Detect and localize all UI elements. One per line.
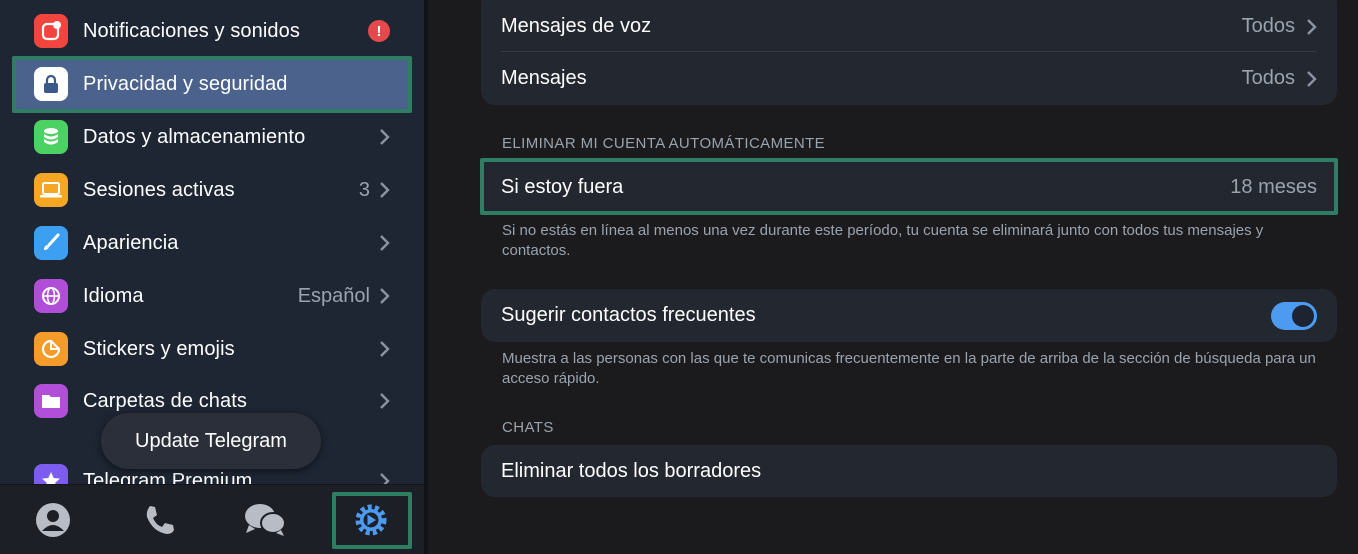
language-value: Español	[297, 284, 370, 307]
brush-icon	[34, 226, 68, 260]
sidebar-item-data-storage[interactable]: Datos y almacenamiento	[14, 111, 410, 163]
chevron-right-icon	[380, 288, 390, 304]
sidebar-item-notifications[interactable]: Notificaciones y sonidos !	[14, 5, 410, 57]
folder-icon	[34, 384, 68, 418]
messages-row[interactable]: Mensajes Todos	[481, 52, 1337, 105]
bottom-tab-bar	[0, 484, 424, 554]
chevron-right-icon	[380, 393, 390, 409]
bell-icon	[34, 14, 68, 48]
sidebar-item-appearance[interactable]: Apariencia	[14, 217, 410, 269]
row-value: Todos	[1241, 15, 1295, 37]
sidebar-item-label: Apariencia	[83, 231, 179, 254]
row-label: Mensajes de voz	[501, 15, 652, 37]
row-label: Si estoy fuera	[501, 176, 624, 198]
voice-messages-row[interactable]: Mensajes de voz Todos	[481, 0, 1337, 53]
sticker-icon	[34, 332, 68, 366]
sidebar-item-active-sessions[interactable]: Sesiones activas 3	[14, 164, 410, 216]
profile-icon	[36, 503, 70, 537]
alert-badge: !	[368, 20, 390, 42]
privacy-card: Mensajes de voz Todos Mensajes Todos	[481, 0, 1337, 105]
chevron-right-icon	[1307, 70, 1317, 87]
delete-account-section-header: ELIMINAR MI CUENTA AUTOMÁTICAMENTE	[502, 135, 826, 152]
sidebar-item-language[interactable]: Idioma Español	[14, 270, 410, 322]
if-away-note: Si no estás en línea al menos una vez du…	[502, 222, 1264, 259]
sidebar-item-stickers[interactable]: Stickers y emojis	[14, 323, 410, 375]
sidebar-item-privacy[interactable]: Privacidad y seguridad	[14, 58, 410, 110]
chevron-right-icon	[380, 129, 390, 145]
lock-icon	[34, 67, 68, 101]
privacy-settings-panel: Mensajes de voz Todos Mensajes Todos ELI…	[428, 0, 1358, 554]
toggle-knob	[1292, 304, 1314, 327]
row-label: Mensajes	[501, 67, 587, 89]
row-value: Todos	[1241, 67, 1295, 89]
row-label: Eliminar todos los borradores	[501, 460, 762, 482]
sessions-count: 3	[358, 178, 370, 201]
suggest-contacts-card: Sugerir contactos frecuentes	[481, 289, 1337, 342]
chats-card: Eliminar todos los borradores	[481, 445, 1337, 497]
tab-contacts[interactable]	[0, 485, 106, 554]
settings-icon	[355, 504, 387, 536]
update-telegram-button[interactable]: Update Telegram	[101, 413, 321, 469]
chevron-right-icon	[380, 341, 390, 357]
tab-chats[interactable]	[212, 485, 318, 554]
sidebar-item-label: Sesiones activas	[83, 178, 235, 201]
chevron-right-icon	[380, 235, 390, 251]
sidebar-item-label: Idioma	[83, 284, 144, 307]
laptop-icon	[34, 173, 68, 207]
row-label: Sugerir contactos frecuentes	[501, 304, 756, 326]
suggest-contacts-row[interactable]: Sugerir contactos frecuentes	[481, 289, 1337, 342]
sidebar-item-label: Privacidad y seguridad	[83, 72, 288, 95]
sidebar-item-label: Notificaciones y sonidos	[83, 19, 300, 42]
chats-icon	[245, 504, 286, 536]
database-icon	[34, 120, 68, 154]
phone-icon	[146, 506, 174, 534]
sidebar-item-label: Stickers y emojis	[83, 337, 235, 360]
tab-calls[interactable]	[106, 485, 212, 554]
settings-sidebar: Notificaciones y sonidos ! Privacidad y …	[0, 0, 424, 554]
if-away-row[interactable]: Si estoy fuera 18 meses	[481, 161, 1337, 214]
suggest-contacts-note: Muestra a las personas con las que te co…	[502, 350, 1316, 387]
chevron-right-icon	[380, 182, 390, 198]
sidebar-item-label: Carpetas de chats	[83, 389, 248, 412]
if-away-card: Si estoy fuera 18 meses	[481, 161, 1337, 214]
chats-section-header: CHATS	[502, 419, 554, 436]
globe-icon	[34, 279, 68, 313]
chevron-right-icon	[1307, 18, 1317, 35]
row-value: 18 meses	[1230, 176, 1317, 198]
tab-settings[interactable]	[318, 485, 424, 554]
suggest-contacts-toggle[interactable]	[1271, 301, 1317, 330]
sidebar-item-label: Datos y almacenamiento	[83, 125, 306, 148]
delete-drafts-row[interactable]: Eliminar todos los borradores	[481, 445, 1337, 498]
